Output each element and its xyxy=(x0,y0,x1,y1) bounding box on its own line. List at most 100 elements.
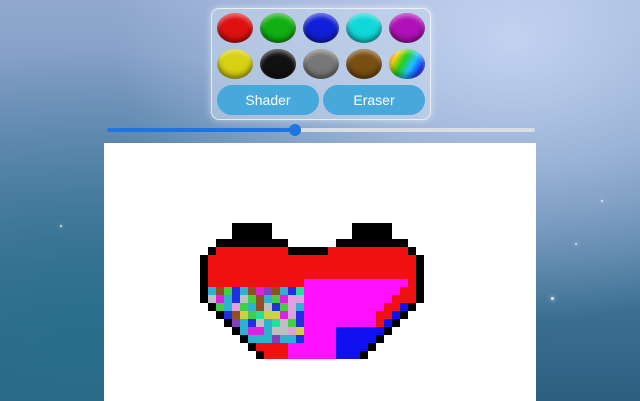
pixel xyxy=(248,255,256,263)
pixel xyxy=(304,287,312,295)
pixel xyxy=(384,279,392,287)
pixel xyxy=(312,295,320,303)
pixel xyxy=(344,271,352,279)
pixel xyxy=(280,247,288,255)
brush-size-slider[interactable] xyxy=(107,124,535,136)
pixel xyxy=(376,327,384,335)
color-swatch-yellow[interactable] xyxy=(217,49,253,79)
pixel xyxy=(344,287,352,295)
background-star xyxy=(551,297,554,300)
pixel xyxy=(328,319,336,327)
pixel xyxy=(272,343,280,351)
pixel xyxy=(360,335,368,343)
pixel xyxy=(384,247,392,255)
pixel xyxy=(216,287,224,295)
pixel xyxy=(384,271,392,279)
pixel xyxy=(368,231,376,239)
pixel xyxy=(304,247,312,255)
pixel xyxy=(312,279,320,287)
pixel xyxy=(352,335,360,343)
pixel xyxy=(248,327,256,335)
color-swatch-green[interactable] xyxy=(260,13,296,43)
pixel xyxy=(376,303,384,311)
pixel-heart-drawing xyxy=(200,223,424,359)
pixel xyxy=(200,255,208,263)
pixel xyxy=(320,255,328,263)
pixel xyxy=(368,319,376,327)
shader-button[interactable]: Shader xyxy=(217,85,319,115)
pixel xyxy=(296,311,304,319)
color-swatch-gray[interactable] xyxy=(303,49,339,79)
pixel xyxy=(328,271,336,279)
pixel xyxy=(288,263,296,271)
pixel xyxy=(320,327,328,335)
pixel xyxy=(392,247,400,255)
pixel xyxy=(200,279,208,287)
pixel xyxy=(400,271,408,279)
pixel xyxy=(312,335,320,343)
pixel xyxy=(312,271,320,279)
drawing-canvas[interactable] xyxy=(104,143,536,401)
pixel xyxy=(416,271,424,279)
pixel xyxy=(304,327,312,335)
pixel xyxy=(264,311,272,319)
pixel xyxy=(240,335,248,343)
slider-thumb[interactable] xyxy=(289,124,302,136)
pixel xyxy=(232,327,240,335)
pixel xyxy=(328,263,336,271)
pixel xyxy=(328,295,336,303)
pixel xyxy=(288,303,296,311)
pixel xyxy=(248,263,256,271)
pixel xyxy=(336,271,344,279)
pixel xyxy=(312,319,320,327)
pixel xyxy=(256,327,264,335)
pixel xyxy=(416,263,424,271)
pixel xyxy=(376,335,384,343)
pixel xyxy=(240,231,248,239)
color-swatch-brown[interactable] xyxy=(346,49,382,79)
color-swatch-cyan[interactable] xyxy=(346,13,382,43)
pixel xyxy=(240,311,248,319)
pixel xyxy=(304,263,312,271)
pixel xyxy=(232,311,240,319)
pixel xyxy=(248,311,256,319)
pixel xyxy=(200,287,208,295)
color-swatch-rainbow[interactable] xyxy=(389,49,425,79)
pixel xyxy=(376,239,384,247)
pixel xyxy=(344,255,352,263)
eraser-button[interactable]: Eraser xyxy=(323,85,425,115)
pixel xyxy=(360,295,368,303)
pixel xyxy=(328,247,336,255)
pixel xyxy=(216,263,224,271)
pixel xyxy=(296,255,304,263)
pixel xyxy=(296,271,304,279)
color-swatch-black[interactable] xyxy=(260,49,296,79)
pixel xyxy=(360,319,368,327)
pixel xyxy=(392,239,400,247)
pixel xyxy=(256,231,264,239)
pixel xyxy=(216,239,224,247)
color-swatch-blue[interactable] xyxy=(303,13,339,43)
pixel xyxy=(264,271,272,279)
pixel xyxy=(352,287,360,295)
pixel xyxy=(336,239,344,247)
pixel xyxy=(376,287,384,295)
pixel xyxy=(224,263,232,271)
pixel xyxy=(256,319,264,327)
pixel xyxy=(280,335,288,343)
pixel xyxy=(352,239,360,247)
pixel xyxy=(280,319,288,327)
pixel xyxy=(360,263,368,271)
pixel xyxy=(360,271,368,279)
pixel xyxy=(272,327,280,335)
pixel xyxy=(320,311,328,319)
pixel xyxy=(384,231,392,239)
pixel xyxy=(344,319,352,327)
pixel xyxy=(272,303,280,311)
pixel xyxy=(240,279,248,287)
pixel xyxy=(216,279,224,287)
color-swatch-red[interactable] xyxy=(217,13,253,43)
color-swatch-magenta[interactable] xyxy=(389,13,425,43)
pixel xyxy=(376,279,384,287)
pixel xyxy=(200,271,208,279)
